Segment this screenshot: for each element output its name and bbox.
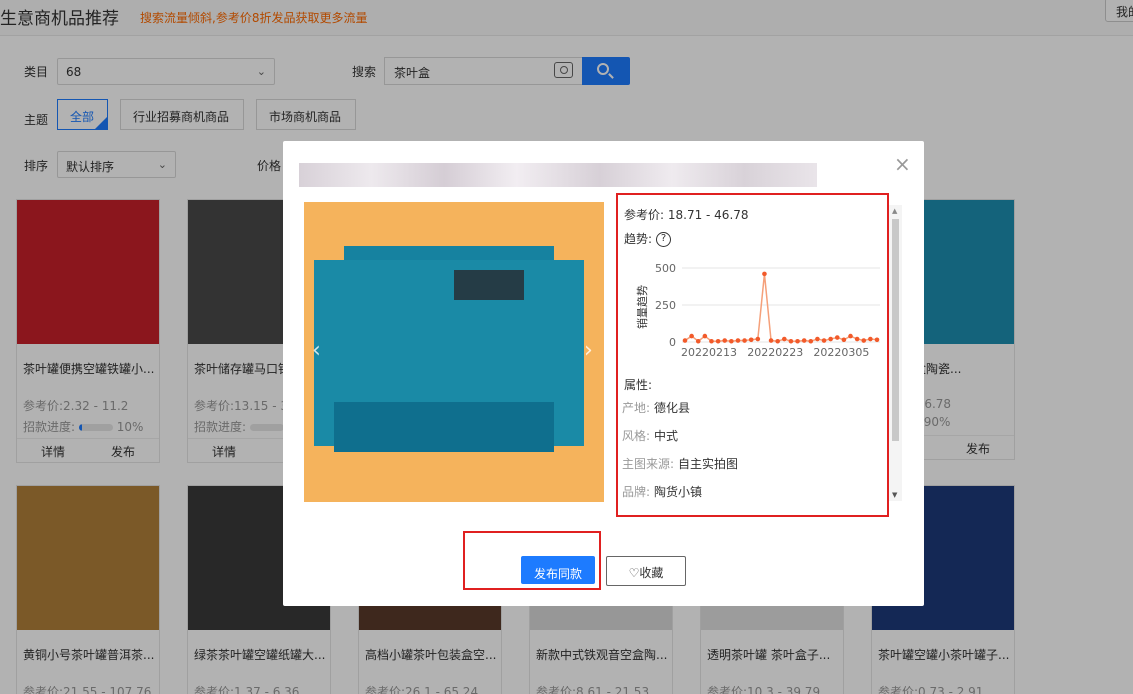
modal-title-blurred (299, 163, 817, 187)
product-detail-modal: × ‹ › 参考价: 18.71 - 46.78 趋势:? 500 250 0 销量趋… (283, 141, 924, 606)
favorite-label: 收藏 (639, 566, 664, 580)
scroll-down-icon[interactable]: ▼ (892, 491, 897, 499)
next-image-icon[interactable]: › (584, 338, 593, 363)
prev-image-icon[interactable]: ‹ (312, 338, 321, 363)
image-handle (454, 270, 524, 300)
highlight-box-info (616, 193, 889, 517)
favorite-button[interactable]: ♡收藏 (606, 556, 686, 586)
publish-same-button[interactable]: 发布同款 (521, 556, 595, 584)
product-main-image: ‹ › (304, 202, 604, 502)
info-scrollbar[interactable]: ▲ ▼ (889, 205, 902, 501)
scrollbar-thumb[interactable] (892, 219, 899, 441)
scroll-up-icon[interactable]: ▲ (892, 207, 897, 215)
close-icon[interactable]: × (894, 152, 911, 176)
image-shade (334, 402, 554, 452)
heart-icon: ♡ (628, 566, 640, 580)
